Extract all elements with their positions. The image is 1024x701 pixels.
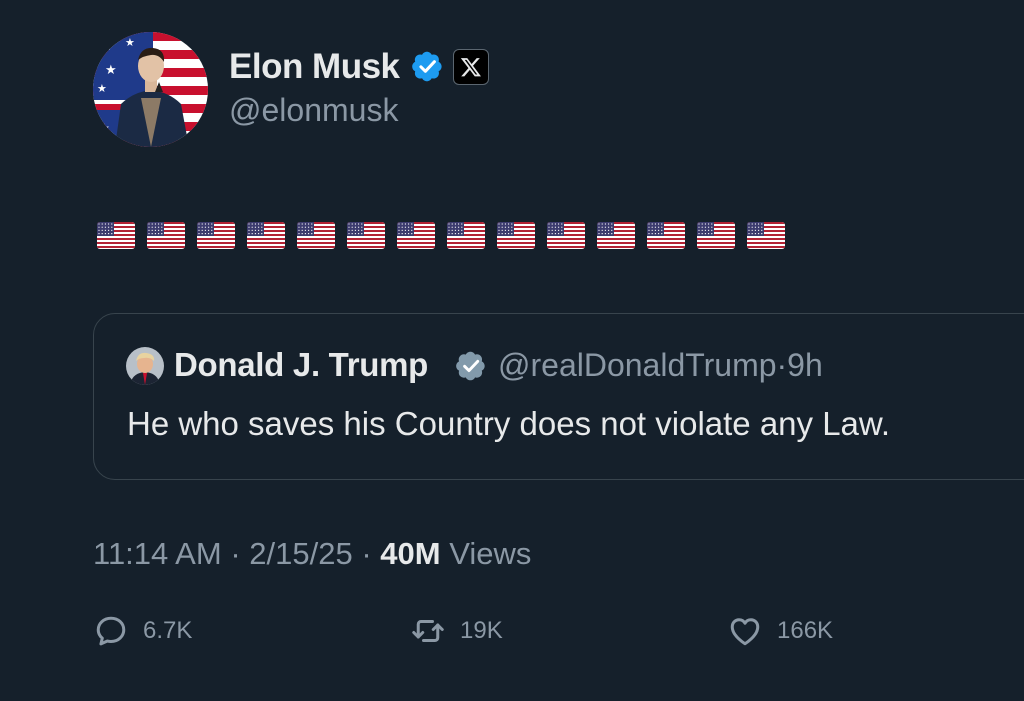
separator-dot: · (361, 536, 372, 571)
tweet-date[interactable]: 2/15/25 (249, 536, 352, 571)
quoted-tweet-card[interactable] (93, 313, 1024, 480)
author-avatar[interactable]: ★ ★ ★ ★ ★ (93, 32, 208, 147)
repost-icon (412, 620, 444, 642)
separator-dot: · (776, 347, 788, 383)
reply-button[interactable]: 6.7K (93, 613, 192, 649)
author-display-name[interactable]: Elon Musk (229, 47, 400, 87)
svg-text:★: ★ (97, 82, 107, 95)
verified-badge-icon (412, 51, 442, 82)
tweet-meta: 11:14 AM · 2/15/25 · 40M Views (93, 536, 531, 572)
svg-text:★: ★ (99, 121, 110, 135)
us-flag-emoji (597, 222, 635, 249)
verified-badge-icon (456, 351, 485, 381)
svg-text:★: ★ (125, 36, 135, 49)
us-flag-emoji (347, 222, 385, 249)
quoted-age[interactable]: 9h (787, 347, 823, 383)
us-flag-emoji (447, 222, 485, 249)
svg-text:★: ★ (101, 39, 113, 54)
heart-icon (730, 618, 760, 646)
views-count: 40M (380, 536, 441, 571)
repost-button[interactable]: 19K (410, 613, 503, 649)
us-flag-emoji (147, 222, 185, 249)
quoted-handle-and-age[interactable]: @realDonaldTrump·9h (498, 347, 823, 384)
us-flag-emoji (97, 222, 135, 249)
x-logo-icon (453, 49, 489, 85)
us-flag-emoji (297, 222, 335, 249)
tweet-text (97, 222, 785, 249)
views-label: Views (449, 536, 532, 571)
quoted-tweet-text: He who saves his Country does not violat… (127, 405, 891, 442)
us-flag-emoji (747, 222, 785, 249)
us-flag-emoji (247, 222, 285, 249)
us-flag-emoji (697, 222, 735, 249)
repost-count: 19K (460, 617, 503, 644)
quoted-handle[interactable]: @realDonaldTrump (498, 347, 777, 383)
svg-text:★: ★ (105, 63, 117, 78)
quoted-author-avatar[interactable] (126, 347, 164, 385)
tweet-time[interactable]: 11:14 AM (93, 536, 222, 571)
us-flag-emoji (497, 222, 535, 249)
author-handle[interactable]: @elonmusk (229, 92, 398, 129)
us-flag-emoji (397, 222, 435, 249)
us-flag-emoji (197, 222, 235, 249)
reply-icon (96, 616, 126, 646)
us-flag-emoji (647, 222, 685, 249)
reply-count: 6.7K (143, 617, 193, 644)
quoted-display-name[interactable]: Donald J. Trump (174, 346, 428, 384)
like-button[interactable]: 166K (727, 613, 833, 649)
like-count: 166K (777, 617, 834, 644)
us-flag-emoji (547, 222, 585, 249)
separator-dot: · (230, 536, 241, 571)
